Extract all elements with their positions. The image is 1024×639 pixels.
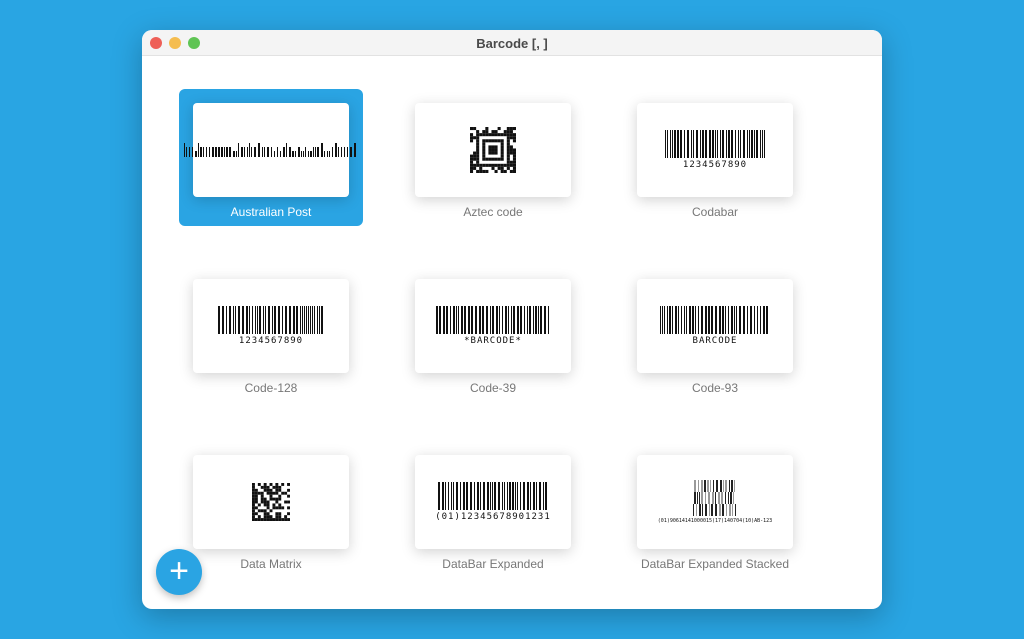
barcode-label: Code-39 <box>469 381 517 395</box>
barcode-preview: BARCODE <box>637 279 793 373</box>
barcode-bars <box>218 306 324 334</box>
barcode-bars <box>692 504 738 516</box>
barcode-preview: (01)12345678901231 <box>415 455 571 549</box>
barcode-preview: *BARCODE* <box>415 279 571 373</box>
aztec-symbol <box>470 127 516 173</box>
barcode-bars <box>436 306 550 334</box>
app-window: Barcode [, ] Australian Post Aztec code 12… <box>142 30 882 609</box>
window-title: Barcode [, ] <box>476 36 548 51</box>
barcode-item[interactable]: Data Matrix <box>179 441 363 578</box>
barcode-label: Codabar <box>691 205 739 219</box>
barcode-bars <box>660 306 770 334</box>
plus-icon: + <box>169 552 189 590</box>
matrix-symbol <box>252 483 290 521</box>
barcode-item[interactable]: 1234567890 Code-128 <box>179 265 363 402</box>
barcode-preview <box>193 455 349 549</box>
barcode-preview: (01)90614141000015(17)140704(10)AB-123 <box>637 455 793 549</box>
barcode-text: (01)90614141000015(17)140704(10)AB-123 <box>657 518 773 524</box>
barcode-item[interactable]: *BARCODE* Code-39 <box>401 265 585 402</box>
barcode-label: Code-128 <box>244 381 298 395</box>
barcode-bars <box>694 492 736 504</box>
barcode-preview <box>184 103 356 197</box>
barcode-text: *BARCODE* <box>464 336 522 346</box>
barcode-label: DataBar Expanded <box>442 557 544 571</box>
barcode-text: BARCODE <box>692 336 738 346</box>
barcode-bars <box>438 482 548 510</box>
barcode-text: 1234567890 <box>238 336 304 346</box>
barcode-label: Aztec code <box>463 205 523 219</box>
barcode-text: 1234567890 <box>682 160 748 170</box>
barcode-preview: 1234567890 <box>193 279 349 373</box>
barcode-label: Code-93 <box>691 381 739 395</box>
barcode-preview: 1234567890 <box>637 103 793 197</box>
barcode-label: Australian Post <box>230 205 312 219</box>
title-bar: Barcode [, ] <box>142 30 882 56</box>
barcode-item[interactable]: (01)12345678901231 DataBar Expanded <box>401 441 585 578</box>
barcode-item[interactable]: (01)90614141000015(17)140704(10)AB-123 Da… <box>623 441 807 578</box>
barcode-item[interactable]: 1234567890 Codabar <box>623 89 807 226</box>
barcode-bars <box>184 143 358 157</box>
barcode-item[interactable]: Australian Post <box>179 89 363 226</box>
barcode-text: (01)12345678901231 <box>435 512 551 522</box>
barcode-bars <box>694 480 736 492</box>
barcode-bars <box>664 130 766 158</box>
barcode-item[interactable]: Aztec code <box>401 89 585 226</box>
add-button[interactable]: + <box>156 549 202 595</box>
barcode-preview <box>415 103 571 197</box>
barcode-label: Data Matrix <box>240 557 302 571</box>
barcode-item[interactable]: BARCODE Code-93 <box>623 265 807 402</box>
barcode-label: DataBar Expanded Stacked <box>640 557 790 571</box>
